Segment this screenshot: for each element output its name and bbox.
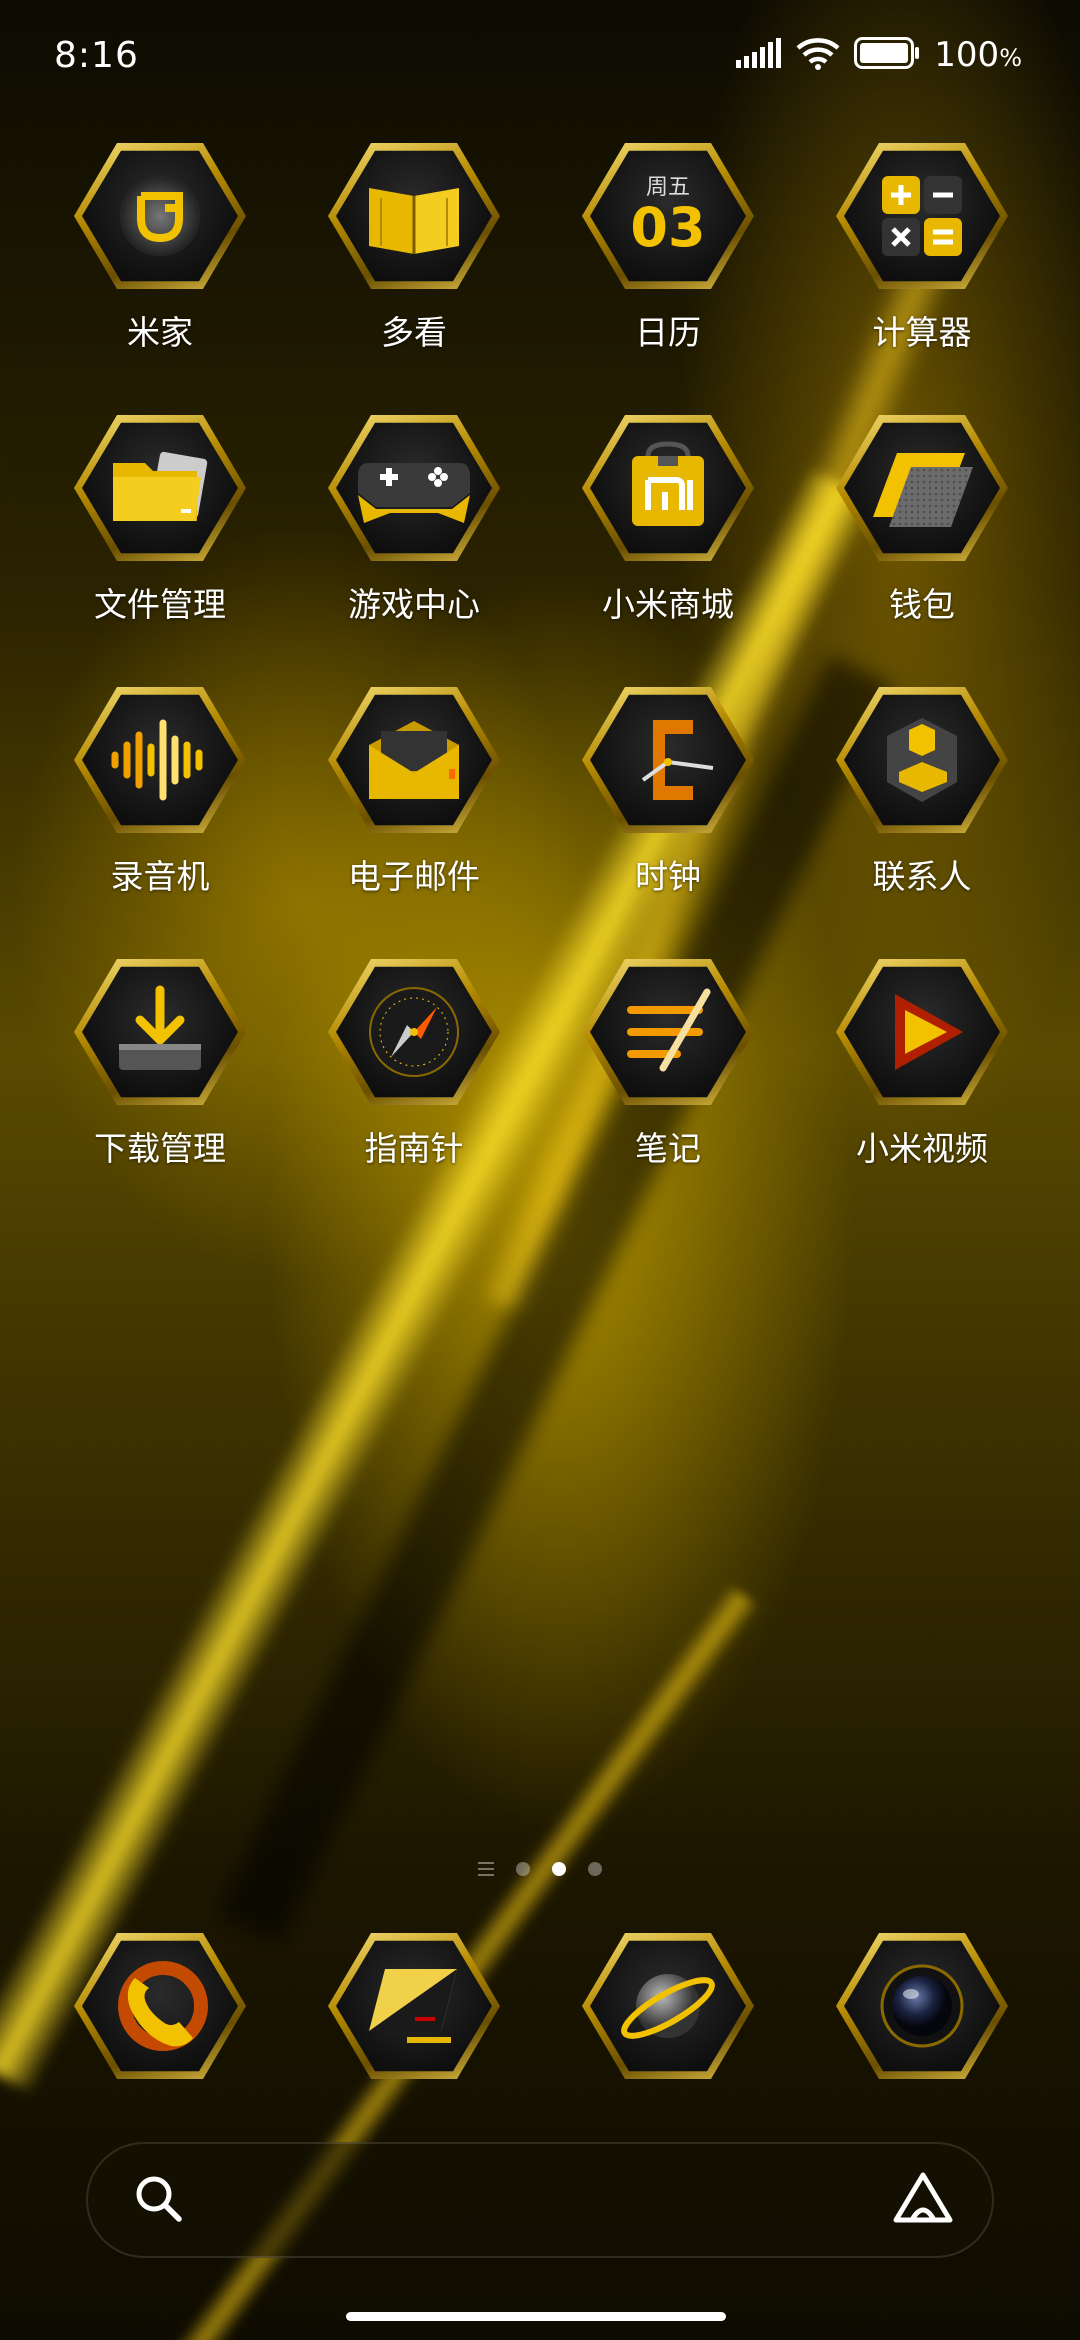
- list-view-icon: [478, 1862, 494, 1876]
- calendar-icon: 周五 03: [582, 140, 754, 292]
- app-label: 多看: [381, 313, 447, 352]
- app-compass[interactable]: 指南针: [287, 956, 541, 1170]
- app-mijia[interactable]: 米家: [33, 140, 287, 354]
- dock-camera[interactable]: [795, 1930, 1049, 2082]
- app-label: 钱包: [889, 585, 955, 624]
- messages-icon: [328, 1930, 500, 2082]
- battery-percentage: 100%: [934, 35, 1022, 75]
- mijia-icon: [74, 140, 246, 292]
- page-dot: [588, 1862, 602, 1876]
- folder-icon: [74, 412, 246, 564]
- status-icons: 100%: [736, 35, 1022, 75]
- dock: [0, 1930, 1080, 2082]
- calendar-day: 03: [630, 196, 706, 259]
- app-label: 指南针: [364, 1129, 464, 1168]
- dock-phone[interactable]: [33, 1930, 287, 2082]
- app-download-manager[interactable]: 下载管理: [33, 956, 287, 1170]
- app-label: 小米视频: [856, 1129, 988, 1168]
- search-bar[interactable]: [86, 2142, 994, 2258]
- app-mi-store[interactable]: 小米商城: [541, 412, 795, 626]
- compass-icon: [328, 956, 500, 1108]
- app-notes[interactable]: 笔记: [541, 956, 795, 1170]
- app-mi-video[interactable]: 小米视频: [795, 956, 1049, 1170]
- page-indicator[interactable]: [0, 1862, 1080, 1876]
- clock-icon: [582, 684, 754, 836]
- status-time: 8:16: [54, 34, 139, 76]
- app-wallet[interactable]: 钱包: [795, 412, 1049, 626]
- camera-icon: [836, 1930, 1008, 2082]
- app-calculator[interactable]: 计算器: [795, 140, 1049, 354]
- app-label: 联系人: [872, 857, 972, 896]
- app-label: 文件管理: [94, 585, 226, 624]
- wifi-icon: [796, 36, 840, 74]
- page-dot-active: [552, 1862, 566, 1876]
- search-icon[interactable]: [132, 2172, 184, 2228]
- app-label: 笔记: [635, 1129, 701, 1168]
- app-contacts[interactable]: 联系人: [795, 684, 1049, 898]
- dock-messages[interactable]: [287, 1930, 541, 2082]
- shopping-bag-icon: [582, 412, 754, 564]
- notes-icon: [582, 956, 754, 1108]
- download-icon: [74, 956, 246, 1108]
- wallet-icon: [836, 412, 1008, 564]
- app-email[interactable]: 电子邮件: [287, 684, 541, 898]
- assistant-icon[interactable]: [892, 2170, 954, 2230]
- calculator-icon: [836, 140, 1008, 292]
- app-recorder[interactable]: 录音机: [33, 684, 287, 898]
- contact-icon: [836, 684, 1008, 836]
- envelope-icon: [328, 684, 500, 836]
- app-file-manager[interactable]: 文件管理: [33, 412, 287, 626]
- app-label: 日历: [635, 313, 701, 352]
- play-icon: [836, 956, 1008, 1108]
- browser-planet-icon: [582, 1930, 754, 2082]
- phone-icon: [74, 1930, 246, 2082]
- app-calendar[interactable]: 周五 03 日历: [541, 140, 795, 354]
- page-dot: [516, 1862, 530, 1876]
- app-label: 录音机: [110, 857, 210, 896]
- app-label: 游戏中心: [348, 585, 480, 624]
- app-clock[interactable]: 时钟: [541, 684, 795, 898]
- app-duokan[interactable]: 多看: [287, 140, 541, 354]
- dock-browser[interactable]: [541, 1930, 795, 2082]
- app-label: 计算器: [872, 313, 972, 352]
- gamepad-icon: [328, 412, 500, 564]
- app-grid: 米家 多看 周五 03 日历 计算器 文件管理 游戏中心 小米商城 钱包 录音机…: [0, 140, 1080, 1170]
- app-label: 小米商城: [602, 585, 734, 624]
- cellular-signal-icon: [736, 38, 782, 72]
- app-label: 时钟: [635, 857, 701, 896]
- app-game-center[interactable]: 游戏中心: [287, 412, 541, 626]
- book-icon: [328, 140, 500, 292]
- status-bar: 8:16 100%: [0, 0, 1080, 110]
- app-label: 电子邮件: [348, 857, 480, 896]
- waveform-icon: [74, 684, 246, 836]
- battery-icon: [854, 37, 920, 73]
- app-label: 下载管理: [94, 1129, 226, 1168]
- app-label: 米家: [127, 313, 193, 352]
- home-indicator[interactable]: [346, 2312, 726, 2321]
